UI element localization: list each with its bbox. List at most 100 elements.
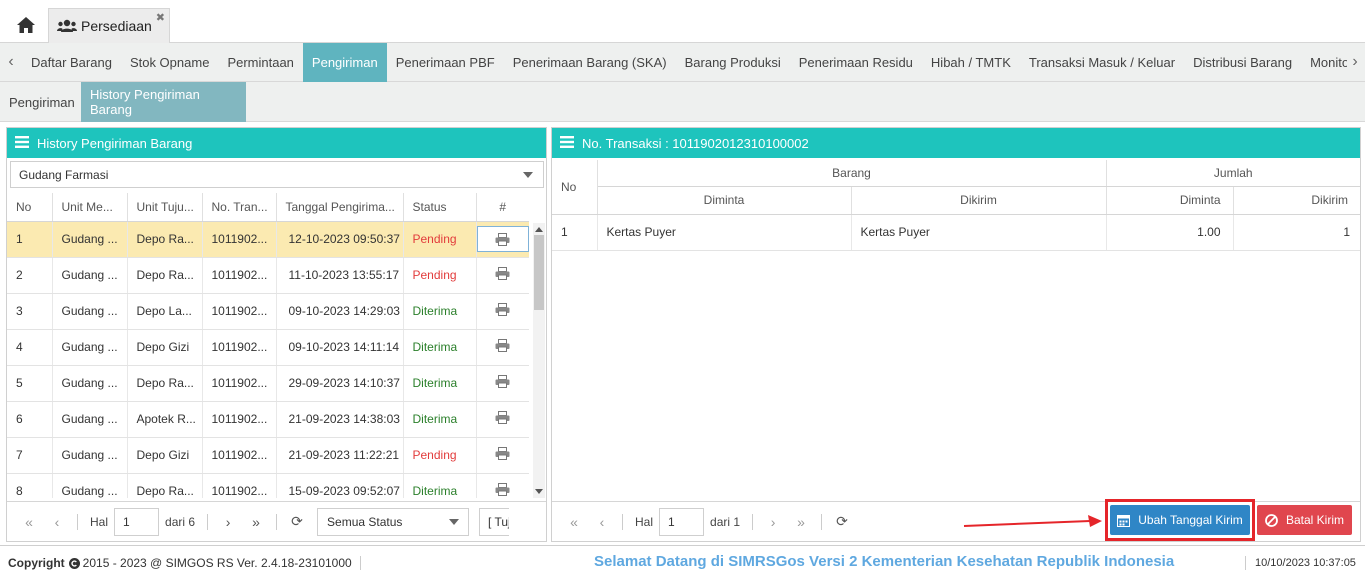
detail-table: No Barang Jumlah Diminta Dikirim Diminta… — [552, 160, 1361, 251]
page-input[interactable]: 1 — [114, 507, 160, 536]
col-tanggal[interactable]: Tanggal Pengirima... — [276, 193, 404, 222]
cell-unit: Gudang ... — [52, 293, 128, 330]
cell-no: 6 — [7, 401, 53, 438]
cell-unit: Gudang ... — [52, 473, 128, 498]
menu-item-hibah-tmtk[interactable]: Hibah / TMTK — [922, 43, 1020, 82]
prev-page-icon[interactable]: ‹ — [588, 514, 616, 530]
app-tab-persediaan[interactable]: Persediaan ✖ — [48, 8, 170, 43]
cell-no: 7 — [7, 437, 53, 474]
table-row[interactable]: 3 Gudang ... Depo La... 1011902... 09-10-202… — [7, 293, 529, 330]
warehouse-select[interactable]: Gudang Farmasi — [10, 161, 544, 188]
table-row[interactable]: 8 Gudang ... Depo Ra... 1011902... 15-09-202… — [7, 473, 529, 498]
cell-no: 1 — [7, 221, 53, 258]
divider — [622, 513, 623, 530]
cell-jumlah-dikirim: 1 — [1233, 214, 1361, 251]
col-no-transaksi[interactable]: No. Tran... — [202, 193, 277, 222]
cell-tujuan: Depo Gizi — [127, 329, 203, 366]
col-unit-me[interactable]: Unit Me... — [52, 193, 128, 222]
menu-item-distribusi-barang[interactable]: Distribusi Barang — [1184, 43, 1301, 82]
annotation-arrow — [963, 515, 1102, 527]
home-icon[interactable] — [10, 10, 42, 40]
history-panel: History Pengiriman Barang Gudang Farmasi… — [6, 127, 547, 542]
menu-item-barang-produksi[interactable]: Barang Produksi — [676, 43, 790, 82]
page-input[interactable]: 1 — [659, 507, 705, 536]
menu-item-penerimaan-pbf[interactable]: Penerimaan PBF — [387, 43, 504, 82]
cell-trans: 1011902... — [202, 365, 277, 402]
cell-no: 5 — [7, 365, 53, 402]
menu-items: Daftar Barang Stok Opname Permintaan Pengir… — [22, 43, 1347, 82]
ubah-tanggal-kirim-button[interactable]: Ubah Tanggal Kirim — [1110, 505, 1250, 535]
close-icon[interactable]: ✖ — [156, 11, 165, 24]
col-status[interactable]: Status — [403, 193, 477, 222]
col-action[interactable]: # — [476, 193, 529, 222]
chevron-right-icon[interactable]: › — [1347, 51, 1363, 73]
cell-action — [476, 401, 529, 438]
prev-page-icon[interactable]: ‹ — [43, 514, 71, 530]
table-row[interactable]: 5 Gudang ... Depo Ra... 1011902... 29-09-202… — [7, 365, 529, 402]
cell-status: Diterima — [403, 365, 477, 402]
top-bar: Persediaan ✖ — [0, 0, 1365, 43]
hal-label: Hal — [90, 514, 109, 529]
refresh-icon[interactable]: ⟳ — [283, 513, 311, 530]
sub-menu: Pengiriman History Pengiriman Barang — [0, 82, 1365, 122]
menu-item-daftar-barang[interactable]: Daftar Barang — [22, 43, 121, 82]
cell-status: Diterima — [403, 293, 477, 330]
divider — [821, 513, 823, 530]
cell-tujuan: Depo Gizi — [127, 437, 203, 474]
tujuan-filter[interactable]: [ Tuj — [479, 507, 510, 536]
cell-status: Pending — [403, 257, 477, 294]
menu-item-stok-opname[interactable]: Stok Opname — [121, 43, 219, 82]
table-row[interactable]: 1 Kertas Puyer Kertas Puyer 1.00 1 — [552, 214, 1361, 251]
menu-item-monitoring[interactable]: Monitoring — [1301, 43, 1347, 82]
print-icon[interactable] — [476, 226, 529, 252]
copyright: Copyright 2015 - 2023 @ SIMGOS RS Ver. 2… — [8, 556, 361, 570]
scroll-thumb[interactable] — [534, 235, 544, 310]
print-icon[interactable] — [495, 447, 510, 460]
menu-item-permintaan[interactable]: Permintaan — [218, 43, 302, 82]
scroll-down-icon[interactable] — [535, 489, 543, 494]
print-icon[interactable] — [495, 339, 510, 352]
print-icon[interactable] — [495, 267, 510, 280]
history-scrollbar[interactable] — [533, 223, 545, 498]
table-row[interactable]: 4 Gudang ... Depo Gizi 1011902... 09-10-2023… — [7, 329, 529, 366]
refresh-icon[interactable]: ⟳ — [828, 513, 856, 530]
subtab-pengiriman[interactable]: Pengiriman — [0, 82, 81, 122]
col-group-barang: Barang — [597, 160, 1107, 187]
subtab-history-pengiriman[interactable]: History Pengiriman Barang — [81, 82, 246, 122]
print-icon[interactable] — [495, 303, 510, 316]
col-no: No — [552, 160, 598, 215]
cell-unit: Gudang ... — [52, 329, 128, 366]
batal-kirim-button[interactable]: Batal Kirim — [1257, 505, 1352, 535]
cell-trans: 1011902... — [202, 293, 277, 330]
table-row[interactable]: 2 Gudang ... Depo Ra... 1011902... 11-10-202… — [7, 257, 529, 294]
next-page-icon[interactable]: › — [214, 514, 242, 530]
copyright-icon — [68, 557, 80, 569]
print-icon[interactable] — [495, 375, 510, 388]
list-icon — [15, 135, 29, 151]
menu-item-penerimaan-residu[interactable]: Penerimaan Residu — [790, 43, 922, 82]
col-no[interactable]: No — [7, 193, 53, 222]
last-page-icon[interactable]: » — [787, 514, 815, 530]
print-icon[interactable] — [495, 411, 510, 424]
chevron-left-icon[interactable]: ‹ — [3, 51, 19, 73]
first-page-icon[interactable]: « — [15, 514, 43, 530]
col-unit-tujuan[interactable]: Unit Tuju... — [127, 193, 203, 222]
menu-item-transaksi-masuk-keluar[interactable]: Transaksi Masuk / Keluar — [1020, 43, 1184, 82]
status-filter[interactable]: Semua Status — [317, 507, 470, 536]
print-icon[interactable] — [495, 483, 510, 496]
table-row[interactable]: 1 Gudang ... Depo Ra... 1011902... 12-10-202… — [7, 221, 529, 258]
menu-item-penerimaan-barang-ska[interactable]: Penerimaan Barang (SKA) — [504, 43, 676, 82]
cell-unit: Gudang ... — [52, 437, 128, 474]
status-filter-value: Semua Status — [327, 514, 403, 529]
table-row[interactable]: 6 Gudang ... Apotek R... 1011902... 21-09-20… — [7, 401, 529, 438]
menu-item-pengiriman[interactable]: Pengiriman — [302, 43, 387, 82]
first-page-icon[interactable]: « — [560, 514, 588, 530]
last-page-icon[interactable]: » — [242, 514, 270, 530]
list-icon — [560, 135, 574, 151]
cell-no: 2 — [7, 257, 53, 294]
cell-jumlah-diminta: 1.00 — [1106, 214, 1234, 251]
copyright-text: 2015 - 2023 @ SIMGOS RS Ver. 2.4.18-2310… — [82, 556, 352, 570]
table-row[interactable]: 7 Gudang ... Depo Gizi 1011902... 21-09-2023… — [7, 437, 529, 474]
next-page-icon[interactable]: › — [759, 514, 787, 530]
scroll-up-icon[interactable] — [535, 227, 543, 232]
